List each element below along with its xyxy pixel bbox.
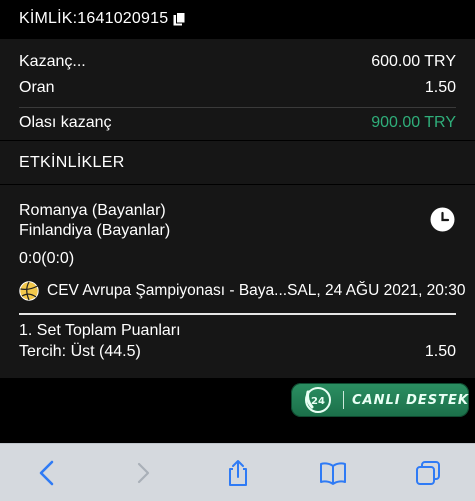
forward-icon	[137, 462, 149, 483]
summary-divider	[19, 107, 456, 108]
clock-icon	[430, 207, 455, 232]
potential-win-value: 900.00 TRY	[371, 114, 456, 131]
event-divider	[19, 313, 456, 315]
ticket-id: KİMLİK:1641020915	[19, 10, 169, 27]
tabs-icon	[415, 460, 440, 485]
event-datetime: SAL, 24 AĞU 2021, 20:30	[287, 282, 466, 299]
volleyball-icon	[19, 281, 39, 301]
phone-24-icon: 24	[303, 385, 333, 415]
stake-label: Kazanç...	[19, 53, 86, 70]
stake-value: 600.00 TRY	[371, 53, 456, 70]
copy-icon[interactable]	[173, 12, 186, 26]
home-team: Romanya (Bayanlar)	[19, 202, 166, 219]
live-support-separator	[343, 391, 344, 409]
bookmarks-icon	[319, 461, 346, 485]
header-bar: KİMLİK:1641020915	[0, 0, 475, 38]
bookmarks-button[interactable]	[285, 444, 380, 501]
events-header: ETKİNLİKLER	[0, 141, 475, 184]
competition-name: CEV Avrupa Şampiyonası - Baya...	[47, 282, 288, 299]
pick-row: Tercih: Üst (44.5) 1.50	[19, 343, 456, 361]
back-icon	[39, 460, 53, 485]
summary-row-odds: Oran 1.50	[19, 77, 456, 99]
score: 0:0(0:0)	[19, 250, 75, 267]
pick-odds: 1.50	[424, 343, 456, 360]
away-team: Finlandiya (Bayanlar)	[19, 222, 171, 239]
badge-24: 24	[311, 396, 325, 407]
pick-label: Tercih: Üst (44.5)	[19, 343, 141, 360]
potential-win-label: Olası kazanç	[19, 114, 112, 131]
share-icon	[228, 459, 247, 486]
tabs-button[interactable]	[380, 444, 475, 501]
odds-value: 1.50	[424, 79, 456, 96]
live-support-label: CANLI DESTEK	[352, 392, 469, 408]
events-title: ETKİNLİKLER	[19, 153, 125, 171]
bet-summary: Kazanç... 600.00 TRY Oran 1.50 Olası kaz…	[0, 39, 475, 140]
back-button[interactable]	[0, 444, 95, 501]
summary-row-potential-win: Olası kazanç 900.00 TRY	[19, 112, 456, 134]
forward-button[interactable]	[95, 444, 190, 501]
event-card: Romanya (Bayanlar) Finlandiya (Bayanlar)…	[0, 185, 475, 378]
market-name: 1. Set Toplam Puanları	[19, 322, 181, 339]
live-support-button[interactable]: 24 CANLI DESTEK	[291, 383, 469, 417]
summary-row-stake: Kazanç... 600.00 TRY	[19, 51, 456, 73]
odds-label: Oran	[19, 79, 55, 96]
competition-row: CEV Avrupa Şampiyonası - Baya... SAL, 24…	[19, 280, 465, 302]
share-button[interactable]	[190, 444, 285, 501]
browser-toolbar	[0, 443, 475, 501]
